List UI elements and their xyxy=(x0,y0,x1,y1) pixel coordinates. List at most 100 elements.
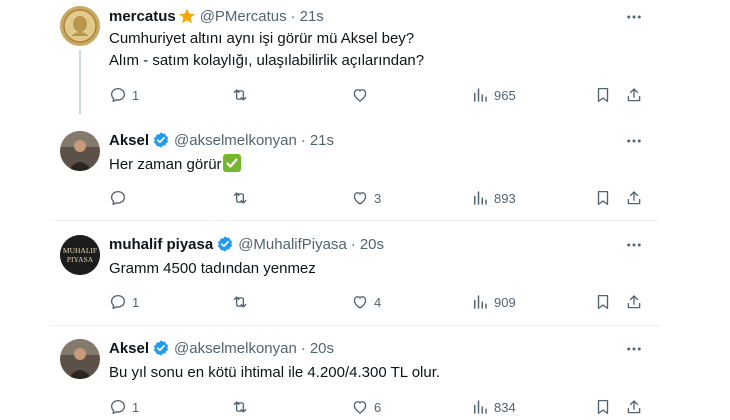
views-button[interactable]: 893 xyxy=(471,187,516,209)
share-icon xyxy=(627,191,641,205)
more-options-icon[interactable] xyxy=(624,7,644,27)
retweet-button[interactable] xyxy=(231,396,254,418)
reply-count: 1 xyxy=(132,399,140,415)
tweet-text-line: Gramm 4500 tadından yenmez xyxy=(109,260,316,277)
thread-connector xyxy=(79,50,81,114)
check-mark-emoji-icon xyxy=(222,154,241,172)
avatar-logo-text: PIYASA xyxy=(67,255,94,264)
tweet-header: muhalif piyasa @MuhalifPiyasa · 20s xyxy=(109,235,384,253)
reply-button[interactable]: 1 xyxy=(109,84,139,106)
more-options-icon[interactable] xyxy=(624,339,644,359)
author-handle[interactable]: @PMercatus xyxy=(200,8,287,25)
reply-icon xyxy=(110,399,126,415)
reply-count: 1 xyxy=(132,294,140,310)
bookmark-button[interactable] xyxy=(594,291,612,313)
analytics-icon xyxy=(474,191,487,205)
reply-icon xyxy=(110,87,126,103)
more-options-icon[interactable] xyxy=(624,235,644,255)
views-count: 909 xyxy=(494,294,516,310)
reply-button[interactable] xyxy=(109,187,132,209)
verified-badge-icon xyxy=(152,339,170,357)
like-count: 4 xyxy=(374,294,382,310)
separator-dot: · xyxy=(300,131,306,149)
timestamp[interactable]: 20s xyxy=(360,236,384,253)
tweet-divider xyxy=(50,220,660,221)
share-icon xyxy=(627,295,641,309)
tweet-actions: 1 6 834 xyxy=(105,396,650,418)
like-button[interactable]: 6 xyxy=(351,396,381,418)
avatar[interactable] xyxy=(60,131,100,171)
separator-dot: · xyxy=(300,339,306,357)
author-handle[interactable]: @MuhalifPiyasa xyxy=(238,236,347,253)
heart-icon xyxy=(353,89,367,102)
avatar[interactable] xyxy=(60,6,100,46)
avatar[interactable]: MUHALIF PIYASA xyxy=(60,235,100,275)
tweet-header: Aksel @akselmelkonyan · 20s xyxy=(109,339,334,357)
tweet-divider xyxy=(50,325,660,326)
reply-count: 1 xyxy=(132,87,140,103)
heart-icon xyxy=(353,401,367,414)
tweet-text-line: Alım - satım kolaylığı, ulaşılabilirlik … xyxy=(109,52,425,69)
like-count: 3 xyxy=(374,190,382,206)
bookmark-button[interactable] xyxy=(594,187,612,209)
reply-button[interactable]: 1 xyxy=(109,396,139,418)
tweet-actions: 1 4 909 xyxy=(105,291,650,313)
like-button[interactable]: 3 xyxy=(351,187,381,209)
author-name[interactable]: muhalif piyasa xyxy=(109,236,213,253)
tweet-actions: 3 893 xyxy=(105,187,650,209)
retweet-button[interactable] xyxy=(231,187,254,209)
share-icon xyxy=(627,400,641,414)
tweet-text: Bu yıl sonu en kötü ihtimal ile 4.200/4.… xyxy=(109,362,440,384)
retweet-button[interactable] xyxy=(231,291,254,313)
analytics-icon xyxy=(474,88,487,102)
share-button[interactable] xyxy=(625,187,643,209)
bookmark-icon xyxy=(597,294,609,310)
analytics-icon xyxy=(474,400,487,414)
like-button[interactable]: 4 xyxy=(351,291,381,313)
separator-dot: · xyxy=(290,7,296,25)
author-handle[interactable]: @akselmelkonyan xyxy=(174,340,297,357)
more-options-icon[interactable] xyxy=(624,131,644,151)
bookmark-button[interactable] xyxy=(594,396,612,418)
tweet-thread: mercatus @PMercatus · 21s Cumhuriyet alt… xyxy=(0,0,730,420)
tweet-header: mercatus @PMercatus · 21s xyxy=(109,7,324,25)
separator-dot: · xyxy=(350,235,356,253)
heart-icon xyxy=(353,296,367,309)
retweet-icon xyxy=(233,401,247,413)
bookmark-icon xyxy=(597,190,609,206)
reply-icon xyxy=(110,190,126,206)
bookmark-icon xyxy=(597,399,609,415)
timestamp[interactable]: 21s xyxy=(310,132,334,149)
bookmark-button[interactable] xyxy=(594,84,612,106)
share-button[interactable] xyxy=(625,396,643,418)
retweet-icon xyxy=(233,89,247,101)
heart-icon xyxy=(353,192,367,205)
tweet-text: Cumhuriyet altını aynı işi görür mü Akse… xyxy=(109,28,424,72)
reply-button[interactable]: 1 xyxy=(109,291,139,313)
views-count: 965 xyxy=(494,87,516,103)
views-button[interactable]: 909 xyxy=(471,291,516,313)
author-name[interactable]: Aksel xyxy=(109,132,149,149)
timestamp[interactable]: 21s xyxy=(300,8,324,25)
author-name[interactable]: mercatus xyxy=(109,8,176,25)
views-button[interactable]: 834 xyxy=(471,396,516,418)
verified-badge-icon xyxy=(152,131,170,149)
tweet-text-line: Bu yıl sonu en kötü ihtimal ile 4.200/4.… xyxy=(109,364,441,381)
analytics-icon xyxy=(474,295,487,309)
retweet-icon xyxy=(233,192,247,204)
tweet-actions: 1 965 xyxy=(105,84,650,106)
share-button[interactable] xyxy=(625,84,643,106)
like-count: 6 xyxy=(374,399,382,415)
avatar-logo-text: MUHALIF xyxy=(63,246,97,255)
tweet-text-line: Cumhuriyet altını aynı işi görür mü Akse… xyxy=(109,30,415,47)
like-button[interactable] xyxy=(351,84,374,106)
avatar[interactable] xyxy=(60,339,100,379)
timestamp[interactable]: 20s xyxy=(310,340,334,357)
views-count: 893 xyxy=(494,190,516,206)
retweet-button[interactable] xyxy=(231,84,254,106)
reply-icon xyxy=(110,294,126,310)
share-button[interactable] xyxy=(625,291,643,313)
views-button[interactable]: 965 xyxy=(471,84,516,106)
author-name[interactable]: Aksel xyxy=(109,340,149,357)
author-handle[interactable]: @akselmelkonyan xyxy=(174,132,297,149)
